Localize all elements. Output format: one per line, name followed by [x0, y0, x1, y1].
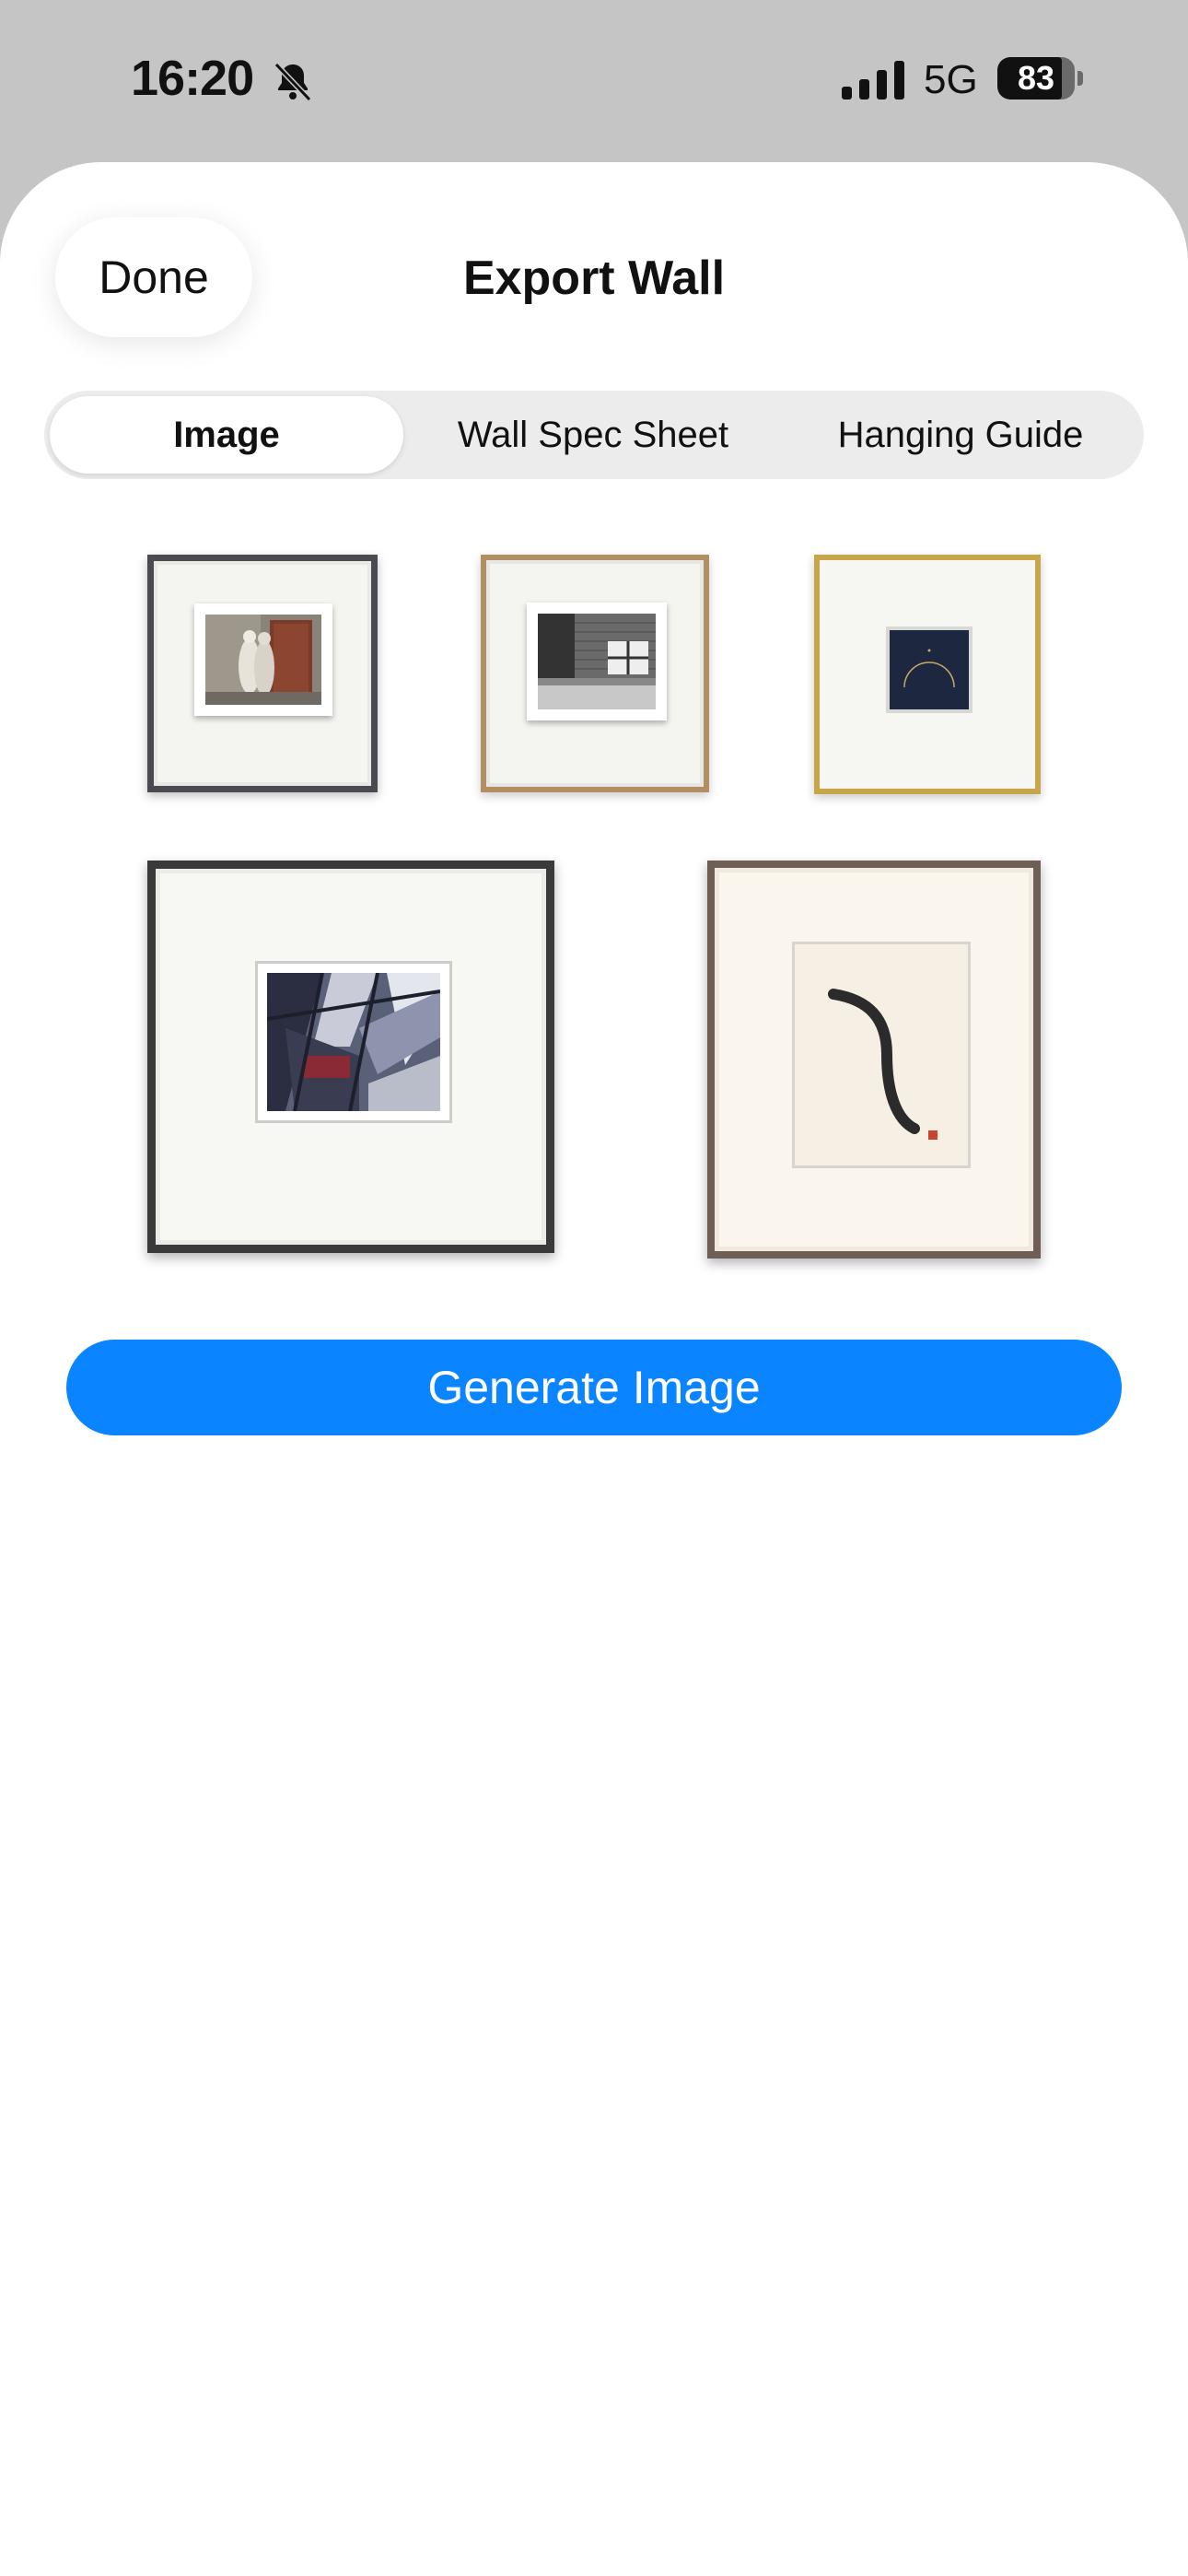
segmented-control: Image Wall Spec Sheet Hanging Guide	[44, 391, 1144, 479]
artwork-frame-navy-arc[interactable]	[814, 555, 1041, 794]
tab-wall-spec-sheet[interactable]: Wall Spec Sheet	[416, 396, 770, 474]
generate-image-button[interactable]: Generate Image	[66, 1340, 1122, 1435]
export-sheet: Done Export Wall Image Wall Spec Sheet H…	[0, 162, 1188, 2576]
cellular-signal-icon	[842, 61, 904, 100]
network-type: 5G	[924, 57, 978, 102]
artwork-brick-building	[527, 603, 667, 720]
artwork-statue-doorway	[194, 603, 332, 716]
tab-image[interactable]: Image	[50, 396, 403, 474]
status-time: 16:20	[131, 51, 254, 106]
battery-percent: 83	[1017, 59, 1055, 97]
artwork-architecture	[255, 961, 452, 1123]
artwork-frame-brick-building[interactable]	[481, 555, 709, 792]
tab-hanging-guide[interactable]: Hanging Guide	[783, 396, 1138, 474]
status-bar: 16:20 5G 83	[0, 0, 1188, 162]
bell-slash-icon	[274, 62, 312, 102]
battery-icon: 83	[997, 57, 1084, 101]
artwork-frame-architecture[interactable]	[147, 861, 554, 1253]
artwork-brush-stroke	[792, 942, 971, 1168]
artwork-frame-statue-doorway[interactable]	[147, 555, 378, 792]
artwork-frame-brush-stroke[interactable]	[707, 861, 1041, 1259]
sheet-title: Export Wall	[462, 252, 726, 305]
artwork-navy-arc	[886, 626, 973, 713]
